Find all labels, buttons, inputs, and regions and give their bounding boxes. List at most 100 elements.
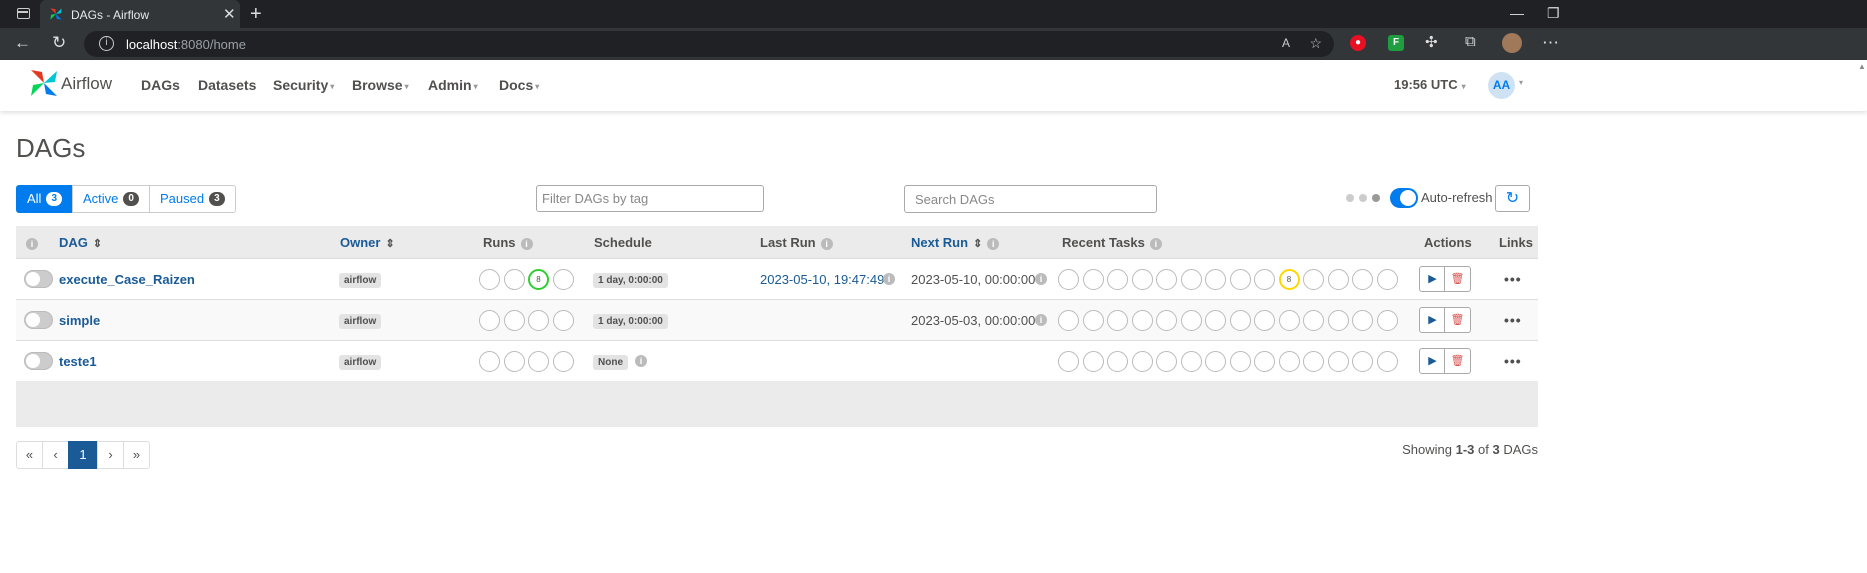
task-state-circle[interactable] (1303, 310, 1324, 331)
nav-docs[interactable]: Docs ▾ (499, 77, 539, 93)
tab-actions-icon[interactable] (17, 8, 30, 19)
task-state-circle[interactable] (1205, 269, 1226, 290)
profile-avatar[interactable] (1502, 33, 1522, 53)
collections-icon[interactable]: ⧉ (1465, 33, 1476, 50)
links-menu-icon[interactable]: ••• (1504, 271, 1522, 287)
task-state-circle[interactable] (1058, 269, 1079, 290)
task-state-circle[interactable] (1156, 351, 1177, 372)
task-state-circle[interactable] (1107, 310, 1128, 331)
filter-paused-button[interactable]: Paused 3 (148, 185, 236, 213)
settings-menu-icon[interactable]: ⋯ (1542, 33, 1559, 53)
delete-dag-button[interactable]: 🗑 (1444, 266, 1471, 292)
task-state-circle[interactable] (1180, 351, 1202, 372)
brand-name[interactable]: Airflow (61, 74, 112, 94)
task-state-circle[interactable] (1107, 351, 1128, 372)
task-state-circle[interactable] (1254, 310, 1275, 331)
task-state-circle[interactable] (1327, 351, 1349, 372)
scrollbar-up-icon[interactable]: ▲ (1858, 62, 1866, 71)
task-state-circle[interactable] (1082, 351, 1104, 372)
info-icon[interactable]: i (1149, 237, 1162, 250)
close-tab-icon[interactable]: ✕ (223, 5, 236, 23)
read-aloud-icon[interactable]: A (1282, 36, 1290, 50)
owner-label[interactable]: airflow (339, 355, 382, 370)
run-state-circle[interactable] (553, 269, 574, 290)
dag-link[interactable]: execute_Case_Raizen (59, 272, 195, 287)
info-icon[interactable]: i (1035, 273, 1047, 285)
last-run-link[interactable]: 2023-05-10, 19:47:49 (760, 272, 884, 287)
task-state-circle[interactable] (1082, 269, 1104, 290)
task-state-circle[interactable] (1303, 269, 1324, 290)
nav-browse[interactable]: Browse ▾ (352, 77, 409, 93)
col-owner[interactable]: Owner ⇕ (340, 235, 395, 250)
owner-label[interactable]: airflow (339, 273, 382, 288)
task-state-circle[interactable] (1058, 310, 1079, 331)
pause-toggle[interactable] (24, 270, 53, 288)
task-state-circle[interactable] (1131, 310, 1153, 331)
task-state-circle[interactable] (1352, 351, 1373, 372)
next-page-button[interactable]: › (97, 441, 124, 469)
restore-icon[interactable]: ❐ (1547, 5, 1560, 22)
run-state-circle[interactable]: 8 (528, 269, 549, 290)
filter-active-button[interactable]: Active 0 (72, 185, 150, 213)
info-icon[interactable]: i (987, 237, 1000, 250)
task-state-circle[interactable] (1156, 269, 1177, 290)
favorite-icon[interactable]: ☆ (1309, 35, 1322, 52)
nav-datasets[interactable]: Datasets (198, 77, 256, 93)
run-state-circle[interactable] (479, 310, 500, 331)
task-state-circle[interactable] (1278, 351, 1300, 372)
task-state-circle[interactable] (1180, 310, 1202, 331)
auto-refresh-toggle[interactable] (1390, 188, 1418, 208)
first-page-button[interactable]: « (16, 441, 43, 469)
task-state-circle[interactable] (1327, 310, 1349, 331)
task-state-circle[interactable] (1303, 351, 1324, 372)
current-page-button[interactable]: 1 (68, 441, 98, 469)
info-icon[interactable]: i (820, 237, 833, 250)
refresh-button[interactable]: ↻ (1495, 185, 1530, 212)
run-state-circle[interactable] (553, 351, 574, 372)
info-icon[interactable]: i (883, 273, 895, 285)
run-state-circle[interactable] (504, 310, 525, 331)
timezone-dropdown[interactable]: 19:56 UTC ▾ (1394, 77, 1466, 92)
task-state-circle[interactable] (1376, 351, 1398, 372)
user-avatar[interactable]: AA (1488, 72, 1515, 99)
task-state-circle[interactable] (1327, 269, 1349, 290)
task-state-circle[interactable] (1082, 310, 1104, 331)
task-state-circle[interactable] (1352, 310, 1373, 331)
trigger-dag-button[interactable]: ▶ (1419, 348, 1446, 374)
prev-page-button[interactable]: ‹ (42, 441, 69, 469)
trigger-dag-button[interactable]: ▶ (1419, 266, 1446, 292)
address-bar[interactable]: i localhost:8080/home A ☆ (84, 31, 1334, 57)
task-state-circle[interactable] (1156, 310, 1177, 331)
owner-label[interactable]: airflow (339, 314, 382, 329)
dag-link[interactable]: teste1 (59, 354, 97, 369)
run-state-circle[interactable] (479, 269, 500, 290)
task-state-circle[interactable] (1205, 351, 1226, 372)
task-state-circle[interactable] (1254, 269, 1275, 290)
info-icon[interactable]: i (520, 237, 533, 250)
back-icon[interactable]: ← (14, 33, 31, 53)
chevron-down-icon[interactable]: ▾ (1519, 78, 1523, 87)
task-state-circle[interactable] (1205, 310, 1226, 331)
trigger-dag-button[interactable]: ▶ (1419, 307, 1446, 333)
filter-all-button[interactable]: All 3 (16, 185, 74, 213)
run-state-circle[interactable] (479, 351, 500, 372)
run-state-circle[interactable] (504, 269, 525, 290)
airflow-logo-icon[interactable] (28, 67, 60, 99)
search-dags-input[interactable] (904, 185, 1157, 213)
task-state-circle[interactable] (1352, 269, 1373, 290)
info-icon[interactable]: i (1035, 314, 1047, 326)
run-state-circle[interactable] (528, 351, 549, 372)
minimize-icon[interactable]: — (1510, 5, 1524, 21)
task-state-circle[interactable] (1229, 269, 1251, 290)
links-menu-icon[interactable]: ••• (1504, 353, 1522, 369)
task-state-circle[interactable] (1131, 351, 1153, 372)
col-dag[interactable]: DAG ⇕ (59, 235, 102, 250)
task-state-circle[interactable] (1229, 310, 1251, 331)
dag-link[interactable]: simple (59, 313, 100, 328)
extension-icon[interactable]: ● (1350, 35, 1366, 51)
tag-filter-input[interactable] (536, 185, 764, 212)
links-menu-icon[interactable]: ••• (1504, 312, 1522, 328)
task-state-circle[interactable] (1058, 351, 1079, 372)
run-state-circle[interactable] (504, 351, 525, 372)
last-page-button[interactable]: » (123, 441, 150, 469)
